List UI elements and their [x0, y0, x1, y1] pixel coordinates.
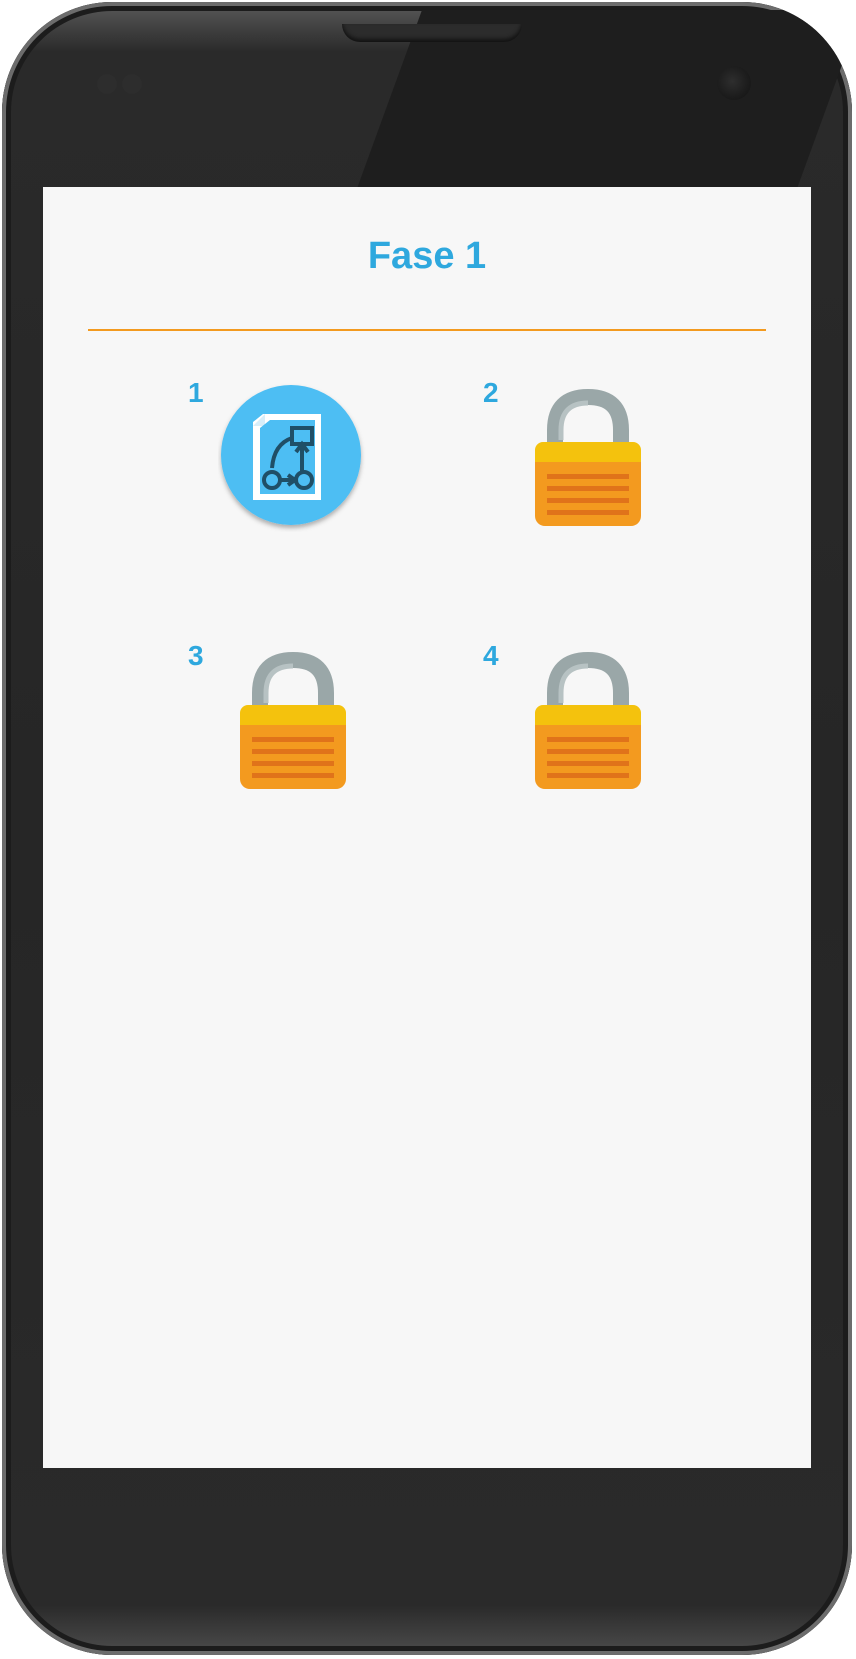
device-sensor	[122, 74, 142, 94]
level-item-3[interactable]: 3	[188, 640, 408, 810]
flowchart-document-icon[interactable]	[218, 382, 368, 532]
level-item-2[interactable]: 2	[483, 377, 703, 547]
title-divider	[88, 329, 766, 331]
device-speaker	[342, 24, 522, 42]
level-number: 2	[483, 377, 499, 408]
app-screen: Fase 1 1 2 3 4	[43, 187, 811, 1468]
level-number: 3	[188, 640, 204, 671]
level-number: 4	[483, 640, 499, 671]
level-item-1[interactable]: 1	[188, 377, 408, 547]
device-sensor	[97, 74, 117, 94]
level-item-4[interactable]: 4	[483, 640, 703, 810]
padlock-icon[interactable]	[513, 382, 663, 532]
padlock-icon[interactable]	[513, 645, 663, 795]
level-number: 1	[188, 377, 204, 408]
padlock-icon[interactable]	[218, 645, 368, 795]
page-title: Fase 1	[367, 235, 487, 277]
device-front-camera	[717, 66, 751, 100]
